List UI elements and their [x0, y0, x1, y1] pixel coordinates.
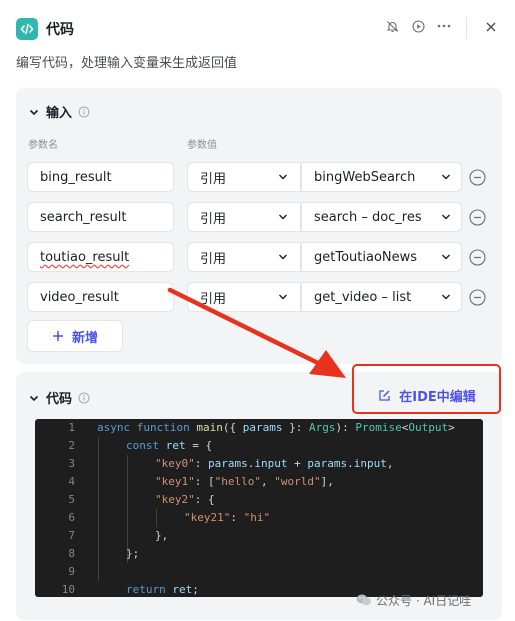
- code-line: 5 "key2": {: [68, 493, 215, 506]
- code-line: 1 async function main({ params }: Args): …: [68, 421, 455, 434]
- add-param-button[interactable]: 新增: [27, 320, 123, 352]
- chevron-down-icon: [279, 294, 287, 300]
- input-section-title: 输入: [46, 106, 73, 121]
- remove-row-icon[interactable]: [469, 169, 486, 186]
- remove-row-icon[interactable]: [469, 209, 486, 226]
- info-icon[interactable]: [78, 392, 90, 404]
- chevron-down-icon: [279, 214, 287, 220]
- watermark-text: 公众号 · AI日记哇: [376, 594, 472, 608]
- param-name-input[interactable]: video_result: [27, 282, 174, 312]
- code-node-icon: [16, 18, 38, 40]
- chevron-down-icon: [279, 254, 287, 260]
- ref-value-select[interactable]: search – doc_res: [301, 202, 462, 232]
- code-panel: 代码 在IDE中编辑 1 async function main({ params…: [16, 372, 502, 620]
- header-divider: [466, 17, 467, 39]
- chevron-down-icon: [442, 294, 450, 300]
- param-name-input[interactable]: search_result: [27, 202, 174, 232]
- add-param-label: 新增: [71, 330, 98, 346]
- remove-row-icon[interactable]: [469, 289, 486, 306]
- chevron-down-icon: [442, 254, 450, 260]
- ref-value-select[interactable]: getToutiaoNews: [301, 242, 462, 272]
- param-name-input[interactable]: bing_result: [27, 162, 174, 192]
- edit-in-ide-label: 在IDE中编辑: [399, 389, 476, 405]
- edit-in-ide-button[interactable]: 在IDE中编辑: [357, 380, 497, 410]
- param-row: video_result 引用 get_video – list: [27, 282, 491, 312]
- code-line: 3 "key0": params.input + params.input,: [68, 457, 394, 470]
- code-editor[interactable]: 1 async function main({ params }: Args): …: [35, 419, 483, 597]
- code-line: 4 "key1": ["hello", "world"],: [68, 475, 334, 488]
- code-line: 2 const ret = {: [68, 439, 213, 452]
- ref-value-select[interactable]: get_video – list: [301, 282, 462, 312]
- node-header: 代码: [0, 0, 515, 56]
- ref-type-select[interactable]: 引用: [187, 202, 301, 232]
- edit-icon: [379, 389, 390, 401]
- play-icon[interactable]: [411, 19, 425, 33]
- param-name-input[interactable]: toutiao_result: [27, 242, 174, 272]
- chevron-down-icon[interactable]: [28, 392, 40, 404]
- ref-value-select[interactable]: bingWebSearch: [301, 162, 462, 192]
- code-line: 9: [68, 565, 75, 578]
- code-section-title: 代码: [46, 392, 73, 407]
- bell-off-icon[interactable]: [385, 19, 399, 33]
- remove-row-icon[interactable]: [469, 249, 486, 266]
- plus-icon: [52, 331, 63, 341]
- code-line: 8};: [68, 547, 140, 560]
- chevron-down-icon: [442, 174, 450, 180]
- node-title[interactable]: 代码: [46, 19, 74, 39]
- param-row: toutiao_result 引用 getToutiaoNews: [27, 242, 491, 272]
- ref-type-select[interactable]: 引用: [187, 162, 301, 192]
- watermark: 公众号 · AI日记哇: [356, 592, 471, 609]
- chevron-down-icon: [279, 174, 287, 180]
- info-icon[interactable]: [78, 106, 90, 118]
- param-row: search_result 引用 search – doc_res: [27, 202, 491, 232]
- chevron-down-icon[interactable]: [28, 106, 40, 118]
- code-line: 6 "key21": "hi": [68, 511, 271, 524]
- param-value-column-label: 参数值: [187, 140, 217, 151]
- param-row: bing_result 引用 bingWebSearch: [27, 162, 491, 192]
- input-panel: 输入 参数名 参数值 bing_result 引用 bingWebSearch …: [16, 88, 502, 364]
- ref-type-select[interactable]: 引用: [187, 282, 301, 312]
- more-icon[interactable]: [437, 19, 451, 33]
- wechat-icon: [356, 593, 372, 609]
- ref-type-select[interactable]: 引用: [187, 242, 301, 272]
- chevron-down-icon: [442, 214, 450, 220]
- param-name-column-label: 参数名: [28, 140, 58, 151]
- code-line: 7},: [68, 529, 169, 542]
- node-description: 编写代码，处理输入变量来生成返回值: [16, 56, 238, 71]
- close-icon[interactable]: [484, 20, 498, 34]
